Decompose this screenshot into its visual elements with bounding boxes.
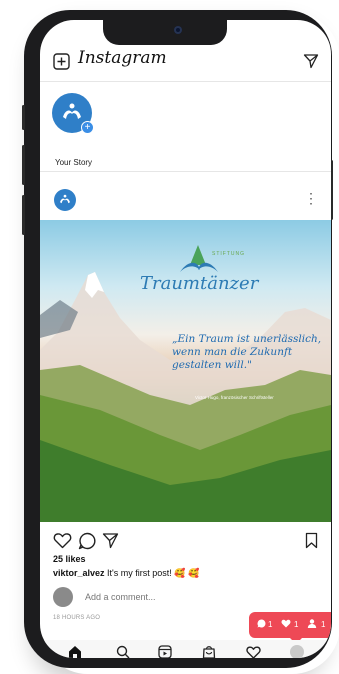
quote-text: „Ein Traum ist unerlässlich, wenn man di… (172, 333, 322, 371)
post-actions (40, 530, 331, 552)
like-count: 1 (294, 620, 299, 629)
stories-divider (40, 171, 331, 172)
profile-avatar-icon[interactable] (290, 645, 304, 658)
heart-icon (281, 619, 291, 628)
story-label: Your Story (55, 158, 93, 167)
likes-count[interactable]: 25 likes (53, 554, 86, 564)
brand-subtitle: STIFTUNG (212, 251, 245, 257)
reels-icon[interactable] (158, 645, 172, 658)
add-comment-input[interactable]: Add a comment... (85, 592, 156, 602)
user-avatar (53, 587, 73, 607)
activity-heart-icon[interactable] (246, 645, 261, 658)
camera-icon (174, 26, 182, 34)
add-story-icon[interactable]: + (81, 121, 94, 134)
app-screen: Instagram + Your Story ⋮ STIFTUNG Traumt… (40, 20, 331, 658)
your-story-avatar[interactable]: + (52, 93, 94, 134)
quote-author: Victor Hugo, französischer Schriftstelle… (195, 395, 274, 400)
search-icon[interactable] (116, 645, 130, 658)
like-heart-icon[interactable] (53, 532, 72, 549)
app-title: Instagram (78, 48, 167, 68)
bookmark-icon[interactable] (305, 532, 318, 549)
post-timestamp: 18 HOURS AGO (53, 615, 101, 621)
new-post-icon[interactable] (53, 53, 70, 70)
comment-icon (257, 619, 266, 628)
post-caption: viktor_alvez It's my first post! 🥰 🥰 (53, 568, 199, 579)
phone-notch (103, 19, 227, 45)
home-icon[interactable] (68, 645, 82, 658)
activity-notification-bubble[interactable]: 1 1 1 (249, 612, 331, 644)
follower-count: 1 (321, 620, 326, 629)
brand-name: Traumtänzer (140, 273, 259, 294)
share-icon[interactable] (102, 532, 119, 549)
post-author-avatar[interactable] (54, 189, 76, 211)
caption-username[interactable]: viktor_alvez (53, 568, 105, 578)
user-icon (307, 619, 317, 628)
top-bar: Instagram (40, 48, 331, 81)
comment-count: 1 (268, 620, 273, 629)
caption-text: It's my first post! 🥰 🥰 (107, 568, 200, 578)
more-options-icon[interactable]: ⋮ (304, 190, 318, 207)
shop-icon[interactable] (202, 645, 216, 658)
post-image[interactable]: STIFTUNG Traumtänzer „Ein Traum ist uner… (40, 220, 331, 522)
comment-icon[interactable] (78, 532, 96, 550)
direct-message-icon[interactable] (303, 53, 319, 69)
bottom-nav (40, 640, 331, 658)
header-divider (40, 81, 331, 82)
logo-icon (60, 194, 70, 204)
